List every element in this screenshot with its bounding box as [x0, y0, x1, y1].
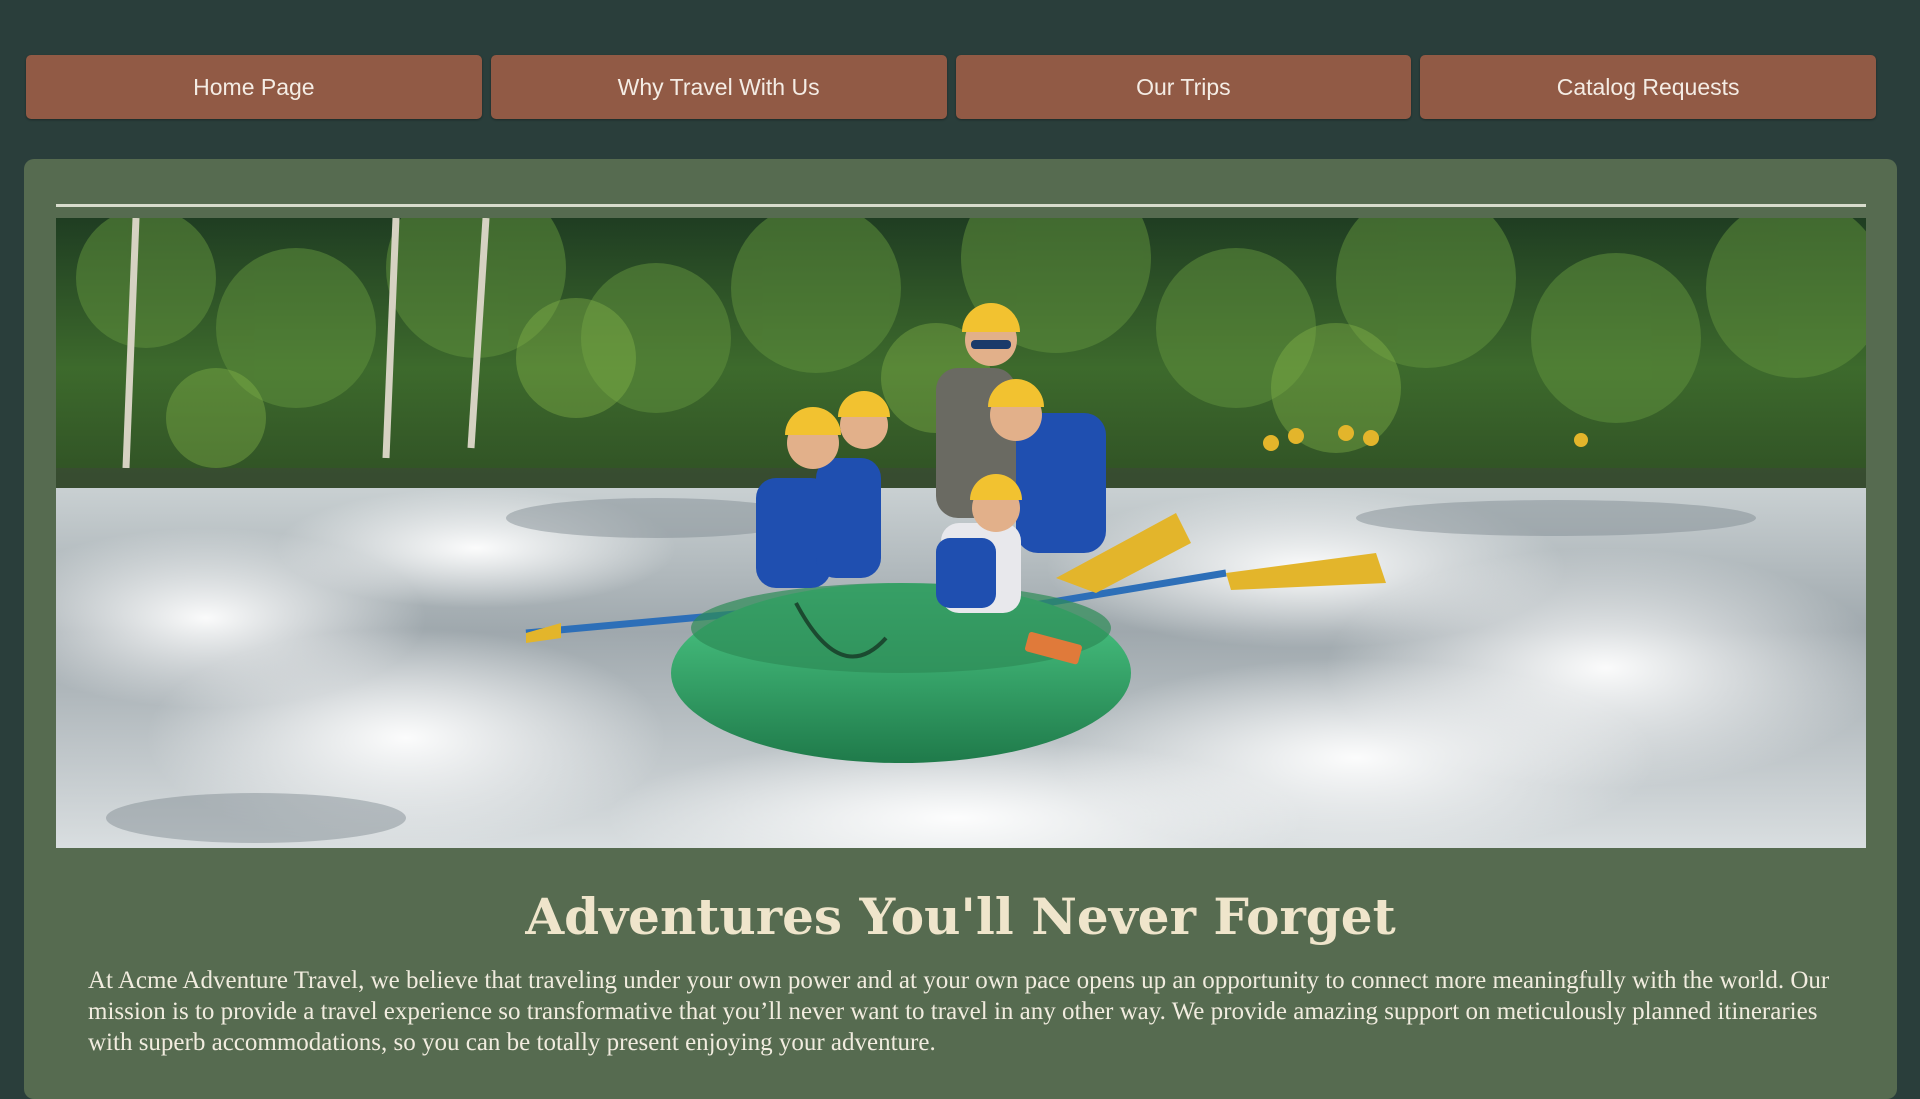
mission-paragraph: At Acme Adventure Travel, we believe tha…: [88, 967, 1830, 1056]
nav-our-trips-button[interactable]: Our Trips: [955, 55, 1412, 119]
main-navigation: Home Page Why Travel With Us Our Trips C…: [26, 55, 1876, 119]
horizontal-divider: [56, 204, 1866, 207]
page-headline: Adventures You'll Never Forget: [525, 887, 1396, 946]
nav-home-button[interactable]: Home Page: [26, 55, 482, 119]
content-panel: Adventures You'll Never Forget At Acme A…: [24, 159, 1897, 1099]
rafting-photo-icon: [56, 218, 1866, 848]
hero-image: [56, 218, 1866, 848]
nav-catalog-requests-button[interactable]: Catalog Requests: [1420, 55, 1876, 119]
nav-why-travel-button[interactable]: Why Travel With Us: [490, 55, 947, 119]
